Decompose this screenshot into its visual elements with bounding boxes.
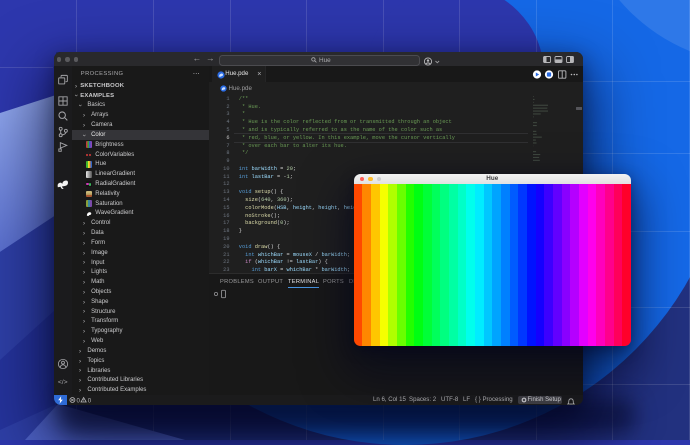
svg-text:0: 0 — [77, 397, 81, 404]
svg-text:0: 0 — [88, 397, 92, 404]
